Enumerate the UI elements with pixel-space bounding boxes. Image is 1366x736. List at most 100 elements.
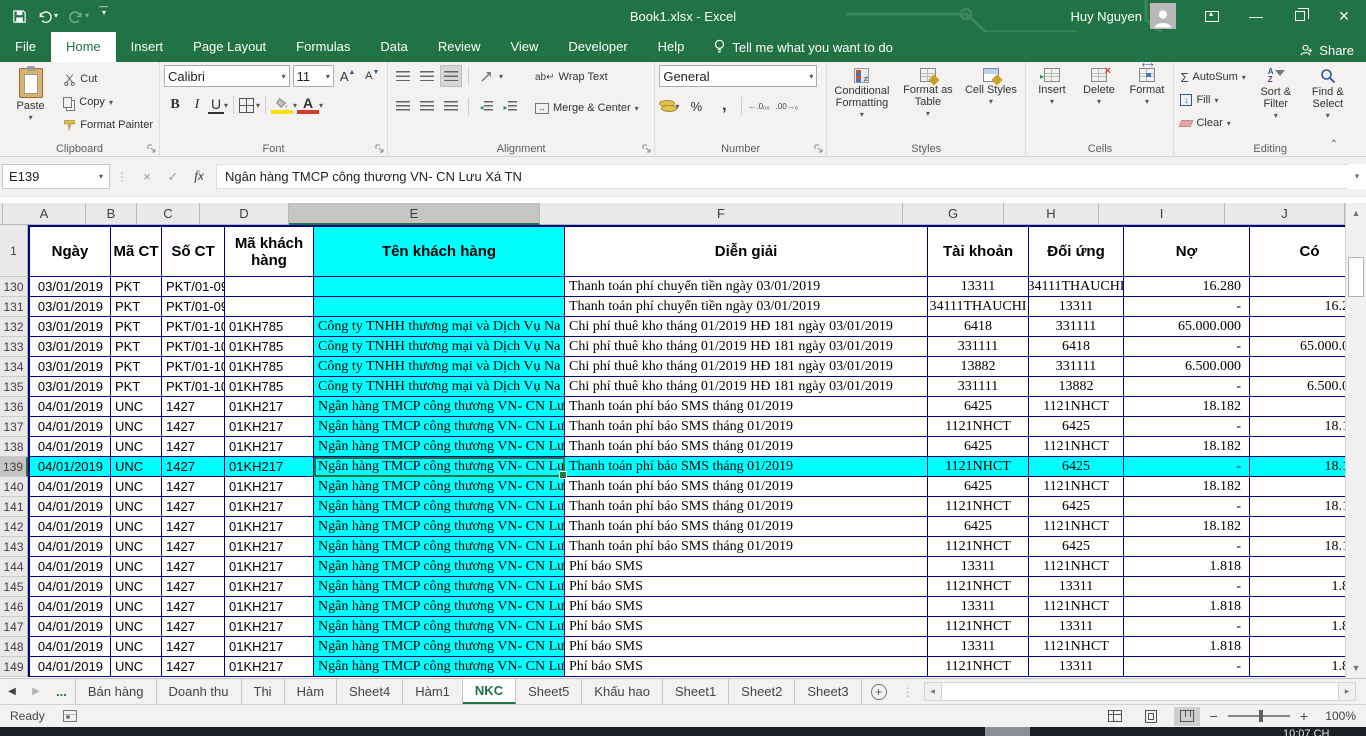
cell-F135[interactable]: Chi phí thuê kho tháng 01/2019 HĐ 181 ng… <box>565 377 928 397</box>
sort-filter-button[interactable]: AZ Sort & Filter ▾ <box>1252 65 1300 140</box>
font-size-combo[interactable]: 11 ▾ <box>292 65 334 87</box>
delete-cells-button[interactable]: × Delete ▾ <box>1077 65 1120 140</box>
cell-A136[interactable]: 04/01/2019 <box>28 397 111 417</box>
header-cell-F[interactable]: Diễn giải <box>565 225 928 277</box>
cell-E139[interactable]: Ngân hàng TMCP công thương VN- CN Lưu Xá… <box>314 457 565 477</box>
cell-C135[interactable]: PKT/01-10 <box>162 377 225 397</box>
cell-D146[interactable]: 01KH217 <box>225 597 314 617</box>
minimize-button[interactable]: — <box>1234 0 1278 32</box>
vertical-scrollbar[interactable]: ▲ ▼ <box>1345 203 1366 678</box>
cell-F147[interactable]: Phí báo SMS <box>565 617 928 637</box>
zoom-slider-thumb[interactable] <box>1258 710 1263 722</box>
cell-C130[interactable]: PKT/01-09 <box>162 277 225 297</box>
cell-I132[interactable]: 65.000.000 <box>1124 317 1250 337</box>
align-center-button[interactable] <box>416 96 438 118</box>
cell-I143[interactable]: - <box>1124 537 1250 557</box>
row-number-138[interactable]: 138 <box>0 437 28 457</box>
cell-B135[interactable]: PKT <box>111 377 162 397</box>
scroll-left-icon[interactable]: ◂ <box>925 683 941 700</box>
cell-G130[interactable]: 13311 <box>928 277 1029 297</box>
cell-J142[interactable] <box>1250 517 1345 537</box>
cell-D133[interactable]: 01KH785 <box>225 337 314 357</box>
cell-A132[interactable]: 03/01/2019 <box>28 317 111 337</box>
cell-J148[interactable] <box>1250 637 1345 657</box>
cell-G140[interactable]: 6425 <box>928 477 1029 497</box>
header-cell-D[interactable]: Mã khách hàng <box>225 225 314 277</box>
sheet-nav-next-icon[interactable]: ▶ <box>24 679 48 704</box>
cell-G131[interactable]: 34111THAUCHI <box>928 297 1029 317</box>
tab-formulas[interactable]: Formulas <box>281 32 365 62</box>
increase-indent-button[interactable]: ▸ <box>499 96 521 118</box>
cell-J145[interactable]: 1.818 <box>1250 577 1345 597</box>
cell-J143[interactable]: 18.182 <box>1250 537 1345 557</box>
cell-E144[interactable]: Ngân hàng TMCP công thương VN- CN Lưu Xá… <box>314 557 565 577</box>
cell-D131[interactable] <box>225 297 314 317</box>
cell-G138[interactable]: 6425 <box>928 437 1029 457</box>
cell-D140[interactable]: 01KH217 <box>225 477 314 497</box>
cell-G135[interactable]: 331111 <box>928 377 1029 397</box>
cell-F137[interactable]: Thanh toán phí báo SMS tháng 01/2019 <box>565 417 928 437</box>
cell-A146[interactable]: 04/01/2019 <box>28 597 111 617</box>
cut-button[interactable]: Cut <box>61 69 155 89</box>
conditional-formatting-button[interactable]: Conditional Formatting ▾ <box>831 65 893 140</box>
cell-G148[interactable]: 13311 <box>928 637 1029 657</box>
cell-I133[interactable]: - <box>1124 337 1250 357</box>
cell-F132[interactable]: Chi phí thuê kho tháng 01/2019 HĐ 181 ng… <box>565 317 928 337</box>
cell-J131[interactable]: 16.280 <box>1250 297 1345 317</box>
row-number-135[interactable]: 135 <box>0 377 28 397</box>
cell-A135[interactable]: 03/01/2019 <box>28 377 111 397</box>
align-right-button[interactable] <box>440 96 462 118</box>
ribbon-display-options-button[interactable] <box>1190 0 1234 32</box>
row-number-144[interactable]: 144 <box>0 557 28 577</box>
cell-G141[interactable]: 1121NHCT <box>928 497 1029 517</box>
tab-view[interactable]: View <box>495 32 553 62</box>
underline-dropdown-icon[interactable]: ▾ <box>224 101 228 109</box>
cell-J136[interactable] <box>1250 397 1345 417</box>
cell-B144[interactable]: UNC <box>111 557 162 577</box>
cell-F143[interactable]: Thanh toán phí báo SMS tháng 01/2019 <box>565 537 928 557</box>
cell-C141[interactable]: 1427 <box>162 497 225 517</box>
row-number-149[interactable]: 149 <box>0 657 28 677</box>
close-button[interactable]: × <box>1322 0 1366 32</box>
bold-button[interactable]: B <box>164 94 186 116</box>
cell-F149[interactable]: Phí báo SMS <box>565 657 928 677</box>
cell-J140[interactable] <box>1250 477 1345 497</box>
avatar[interactable] <box>1150 3 1176 29</box>
fill-color-button[interactable] <box>271 96 294 114</box>
row-number-137[interactable]: 137 <box>0 417 28 437</box>
column-header-F[interactable]: F <box>540 203 903 225</box>
cell-H139[interactable]: 6425 <box>1029 457 1124 477</box>
horizontal-scroll-thumb[interactable] <box>940 683 1339 700</box>
cell-B140[interactable]: UNC <box>111 477 162 497</box>
cell-A147[interactable]: 04/01/2019 <box>28 617 111 637</box>
cell-C131[interactable]: PKT/01-09 <box>162 297 225 317</box>
cell-E135[interactable]: Công ty TNHH thương mại và Dịch Vụ Na <box>314 377 565 397</box>
cell-A138[interactable]: 04/01/2019 <box>28 437 111 457</box>
taskbar-button[interactable] <box>985 727 1030 736</box>
scroll-up-icon[interactable]: ▲ <box>1346 203 1366 223</box>
cell-H133[interactable]: 6418 <box>1029 337 1124 357</box>
cell-H136[interactable]: 1121NHCT <box>1029 397 1124 417</box>
collapse-ribbon-icon[interactable]: ⌃ <box>1330 139 1338 150</box>
cell-H148[interactable]: 1121NHCT <box>1029 637 1124 657</box>
cell-G134[interactable]: 13882 <box>928 357 1029 377</box>
cell-D130[interactable] <box>225 277 314 297</box>
macro-record-icon[interactable] <box>62 710 77 722</box>
merge-center-button[interactable]: ↔ Merge & Center ▾ <box>533 98 641 118</box>
cell-C137[interactable]: 1427 <box>162 417 225 437</box>
sheet-overflow-button[interactable]: ... <box>48 679 76 704</box>
cell-B137[interactable]: UNC <box>111 417 162 437</box>
cell-D148[interactable]: 01KH217 <box>225 637 314 657</box>
cell-G133[interactable]: 331111 <box>928 337 1029 357</box>
header-cell-B[interactable]: Mã CT <box>111 225 162 277</box>
cell-G132[interactable]: 6418 <box>928 317 1029 337</box>
cell-E140[interactable]: Ngân hàng TMCP công thương VN- CN Lưu Xá… <box>314 477 565 497</box>
expand-formula-bar-icon[interactable]: ▾ <box>1348 164 1366 189</box>
row-number-136[interactable]: 136 <box>0 397 28 417</box>
column-header-J[interactable]: J <box>1225 203 1345 225</box>
cell-I142[interactable]: 18.182 <box>1124 517 1250 537</box>
increase-font-size-button[interactable]: A ▲ <box>337 65 359 87</box>
cell-I131[interactable]: - <box>1124 297 1250 317</box>
cell-H135[interactable]: 13882 <box>1029 377 1124 397</box>
cell-E137[interactable]: Ngân hàng TMCP công thương VN- CN Lưu Xá… <box>314 417 565 437</box>
